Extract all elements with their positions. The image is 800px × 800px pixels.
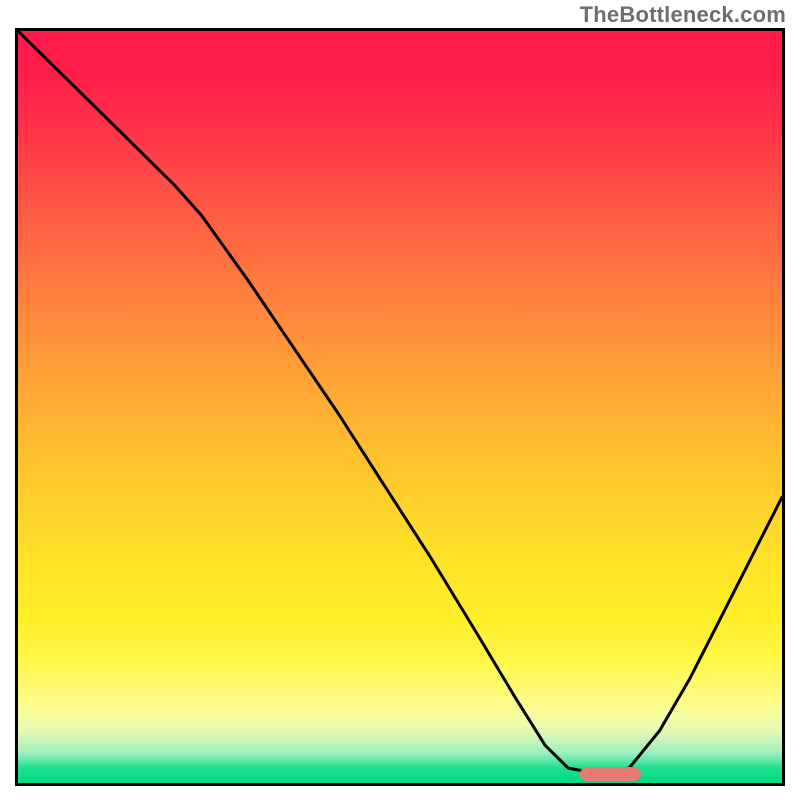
bottleneck-curve [18, 31, 782, 783]
chart-frame [15, 28, 785, 786]
optimal-range-marker [580, 767, 641, 781]
watermark-text: TheBottleneck.com [580, 2, 786, 28]
